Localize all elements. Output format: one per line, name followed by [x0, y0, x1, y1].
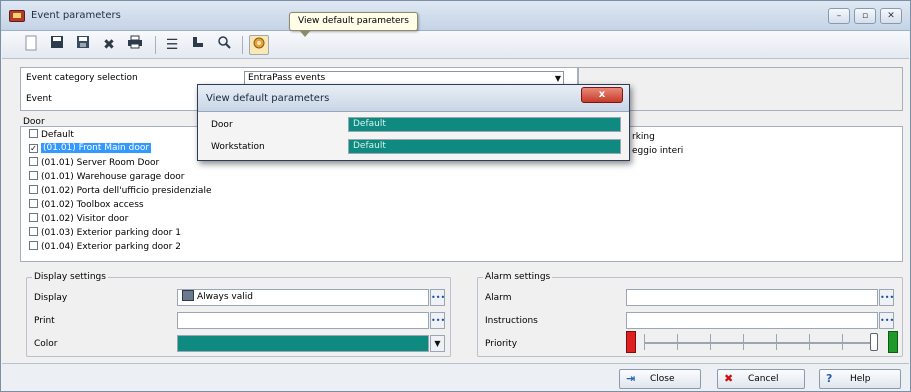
alarm-browse-button[interactable]: ••• — [879, 289, 894, 306]
new-icon[interactable] — [21, 35, 41, 55]
door-item[interactable]: (01.02) Visitor door — [29, 213, 128, 224]
checkbox[interactable] — [29, 213, 38, 222]
color-field[interactable] — [177, 335, 429, 352]
print-field[interactable] — [177, 312, 429, 329]
cancel-button[interactable]: ✖ Cancel — [717, 369, 805, 389]
priority-low-indicator — [626, 331, 636, 353]
dialog-title-bar: View default parameters x — [198, 85, 629, 112]
checkbox[interactable] — [29, 227, 38, 236]
slider-tick — [776, 334, 777, 350]
help-button[interactable]: ? Help — [819, 369, 901, 389]
door-item[interactable]: (01.04) Exterior parking door 2 — [29, 241, 181, 252]
event-category-value: EntraPass events — [248, 73, 326, 83]
tooltip-pointer — [299, 30, 311, 37]
chevron-down-icon[interactable]: ▼ — [430, 335, 445, 352]
instructions-browse-button[interactable]: ••• — [879, 312, 894, 329]
default-parameters-dialog: View default parameters x Door Default W… — [197, 84, 630, 161]
checkbox[interactable] — [29, 185, 38, 194]
door-item[interactable]: Default — [29, 129, 74, 140]
cancel-icon: ✖ — [724, 372, 734, 385]
bottom-bar: ⇥ Close ✖ Cancel ? Help — [2, 363, 909, 391]
right-list-item: rking — [632, 132, 655, 142]
minimize-button[interactable]: – — [828, 8, 850, 24]
checkbox[interactable] — [29, 171, 38, 180]
display-field[interactable]: Always valid — [177, 289, 429, 306]
help-icon: ? — [826, 372, 833, 385]
slider-tick — [710, 334, 711, 350]
door-item[interactable]: (01.02) Toolbox access — [29, 199, 144, 210]
instructions-field[interactable] — [626, 312, 878, 329]
alarm-field[interactable] — [626, 289, 878, 306]
search-icon[interactable] — [214, 35, 234, 55]
link-icon[interactable] — [188, 35, 208, 55]
tooltip: View default parameters — [289, 12, 418, 31]
list-icon[interactable]: ☰ — [162, 35, 182, 55]
display-settings-title: Display settings — [32, 272, 108, 282]
event-parameters-window: Event parameters – ▫ ✕ ✖ ☰ View default … — [0, 0, 911, 392]
checkbox[interactable] — [29, 157, 38, 166]
display-browse-button[interactable]: ••• — [430, 289, 445, 306]
slider-tick — [743, 334, 744, 350]
dialog-workstation-label: Workstation — [211, 142, 265, 152]
delete-icon[interactable]: ✖ — [99, 35, 119, 55]
checkbox[interactable]: ✓ — [29, 144, 38, 153]
print-label: Print — [34, 316, 55, 326]
right-list-item: eggio interi — [632, 146, 684, 156]
dialog-door-value: Default — [348, 117, 621, 132]
toolbar-separator — [242, 36, 243, 54]
window-title: Event parameters — [31, 10, 121, 21]
slider-tick — [809, 334, 810, 350]
door-item[interactable]: (01.01) Warehouse garage door — [29, 171, 185, 182]
toolbar-separator — [155, 36, 156, 54]
event-label: Event — [26, 94, 52, 104]
event-category-label: Event category selection — [26, 73, 138, 83]
default-params-icon[interactable] — [249, 35, 269, 55]
slider-tick — [842, 334, 843, 350]
save-as-icon[interactable] — [73, 35, 93, 55]
title-bar: Event parameters – ▫ ✕ — [1, 1, 910, 31]
door-item[interactable]: (01.01) Server Room Door — [29, 157, 159, 168]
display-label: Display — [34, 293, 68, 303]
close-window-button[interactable]: ✕ — [880, 8, 902, 24]
dialog-close-button[interactable]: x — [581, 87, 623, 103]
exit-icon: ⇥ — [626, 372, 636, 385]
door-item[interactable]: (01.03) Exterior parking door 1 — [29, 227, 181, 238]
door-item[interactable]: (01.02) Porta dell'ufficio presidenziale — [29, 185, 212, 196]
save-icon[interactable] — [47, 35, 67, 55]
priority-slider-thumb[interactable] — [870, 333, 878, 351]
calendar-icon — [182, 290, 194, 301]
close-button[interactable]: ⇥ Close — [619, 369, 701, 389]
instructions-label: Instructions — [485, 316, 538, 326]
color-label: Color — [34, 339, 58, 349]
checkbox[interactable] — [29, 199, 38, 208]
slider-tick — [644, 334, 645, 350]
app-icon — [9, 10, 25, 22]
checkbox[interactable] — [29, 129, 38, 138]
dialog-title: View default parameters — [206, 93, 330, 104]
door-item[interactable]: ✓ (01.01) Front Main door — [29, 143, 152, 154]
checkbox[interactable] — [29, 241, 38, 250]
alarm-label: Alarm — [485, 293, 512, 303]
print-icon[interactable] — [125, 35, 145, 55]
dialog-door-label: Door — [211, 120, 233, 130]
dialog-workstation-value: Default — [348, 139, 621, 154]
alarm-settings-title: Alarm settings — [483, 272, 553, 282]
priority-high-indicator — [888, 331, 898, 353]
priority-label: Priority — [485, 339, 518, 349]
toolbar: ✖ ☰ — [2, 31, 909, 59]
slider-tick — [677, 334, 678, 350]
print-browse-button[interactable]: ••• — [430, 312, 445, 329]
priority-slider-track[interactable] — [644, 342, 874, 344]
maximize-button[interactable]: ▫ — [854, 8, 876, 24]
